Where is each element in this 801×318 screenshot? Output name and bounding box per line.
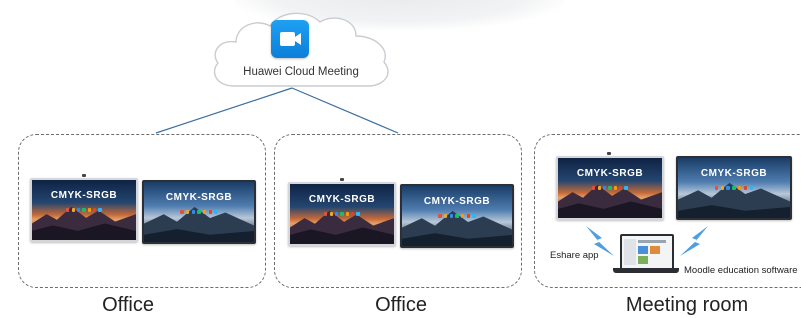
video-camera-icon — [271, 20, 309, 58]
app-dock — [592, 185, 628, 190]
app-dock — [66, 207, 102, 212]
interactive-display: CMYK-SRGB — [676, 156, 792, 220]
laptop-icon — [620, 234, 674, 271]
screen-title: CMYK-SRGB — [700, 167, 768, 179]
cloud-label: Huawei Cloud Meeting — [243, 66, 359, 78]
screen-title: CMYK-SRGB — [165, 191, 233, 203]
interactive-display: CMYK-SRGB — [400, 184, 514, 248]
interactive-display: CMYK-SRGB — [30, 178, 138, 242]
interactive-display: CMYK-SRGB — [142, 180, 256, 244]
app-dock — [714, 185, 753, 190]
camera-icon — [340, 178, 344, 181]
interactive-display: CMYK-SRGB — [556, 156, 664, 220]
office-1-caption: Office — [102, 294, 154, 316]
meeting-room-caption: Meeting room — [625, 294, 749, 316]
link-line-left — [155, 87, 293, 134]
screen-title: CMYK-SRGB — [423, 195, 491, 207]
app-dock — [438, 213, 476, 218]
laptop-base — [613, 268, 679, 273]
app-dock — [180, 209, 218, 214]
screen-title: CMYK-SRGB — [576, 167, 644, 179]
screen-title: CMYK-SRGB — [50, 189, 118, 201]
link-line-right — [291, 87, 399, 134]
eshare-app-label: Eshare app — [550, 250, 599, 261]
lightning-bolt-icon — [680, 226, 708, 256]
app-dock — [324, 211, 360, 216]
office-2-caption: Office — [375, 294, 427, 316]
interactive-display: CMYK-SRGB — [288, 182, 396, 246]
camera-icon — [607, 152, 611, 155]
screen-title: CMYK-SRGB — [308, 193, 376, 205]
moodle-software-label: Moodle education software — [684, 265, 798, 276]
camera-icon — [82, 174, 86, 177]
